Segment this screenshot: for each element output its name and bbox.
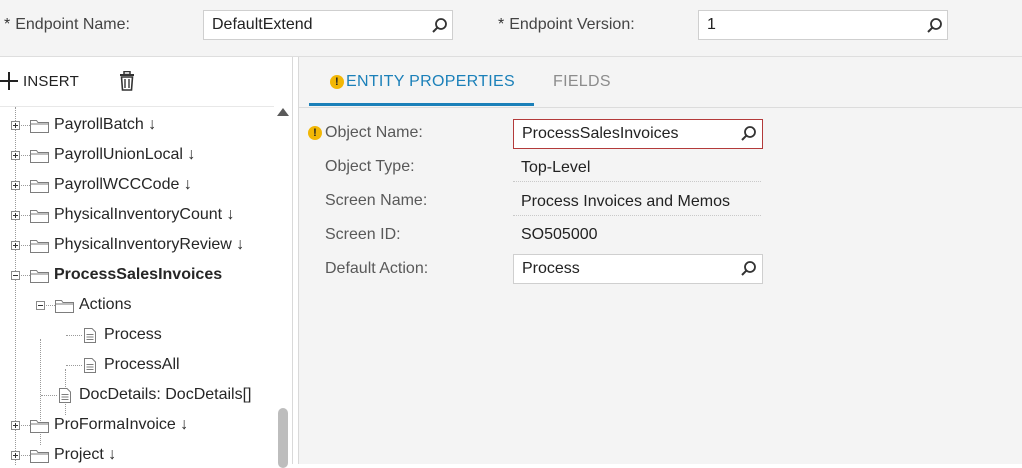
tree-item-label: PayrollWCCCode ↓ bbox=[54, 176, 192, 193]
warning-icon: ! bbox=[330, 75, 344, 89]
search-icon[interactable] bbox=[926, 17, 944, 35]
entity-tree: PayrollBatch ↓ PayrollUnionLocal ↓ Payro… bbox=[0, 106, 292, 465]
scroll-up-icon[interactable] bbox=[277, 108, 289, 116]
endpoint-version-label-text: Endpoint Version: bbox=[509, 16, 635, 33]
tree-item-proformainvoice[interactable]: ProFormaInvoice ↓ bbox=[54, 410, 188, 440]
folder-icon bbox=[30, 210, 49, 223]
tab-fields-label: FIELDS bbox=[553, 73, 611, 90]
tree-item-label: Project ↓ bbox=[54, 446, 117, 463]
warning-icon: ! bbox=[308, 126, 322, 140]
entity-tree-panel: INSERT PayrollBatch ↓ PayrollUnionLocal … bbox=[0, 57, 293, 468]
object-type-label: Object Type: bbox=[325, 158, 415, 175]
expand-toggle[interactable] bbox=[11, 241, 20, 250]
folder-icon bbox=[30, 240, 49, 253]
search-icon[interactable] bbox=[740, 125, 758, 143]
expand-toggle[interactable] bbox=[11, 421, 20, 430]
folder-icon bbox=[30, 180, 49, 193]
plus-icon bbox=[0, 71, 20, 91]
object-type-value: Top-Level bbox=[521, 159, 591, 176]
tree-item-processall[interactable]: ProcessAll bbox=[104, 350, 180, 380]
tree-scrollbar[interactable] bbox=[274, 102, 292, 468]
tree-item-physicalinventorycount[interactable]: PhysicalInventoryCount ↓ bbox=[54, 200, 235, 230]
tree-item-process[interactable]: Process bbox=[104, 320, 162, 350]
insert-label: INSERT bbox=[23, 72, 79, 90]
tree-item-payrollbatch[interactable]: PayrollBatch ↓ bbox=[54, 110, 156, 140]
tree-item-docdetails[interactable]: DocDetails: DocDetails[] bbox=[79, 380, 252, 410]
tree-item-label: PayrollUnionLocal ↓ bbox=[54, 146, 196, 163]
default-action-field[interactable]: Process bbox=[513, 254, 763, 284]
endpoint-version-label: * Endpoint Version: bbox=[498, 16, 635, 34]
tab-fields[interactable]: FIELDS bbox=[553, 73, 611, 91]
tree-item-label: Process bbox=[104, 326, 162, 343]
search-icon[interactable] bbox=[431, 17, 449, 35]
tree-item-label: PhysicalInventoryReview ↓ bbox=[54, 236, 245, 253]
endpoint-version-field[interactable]: 1 bbox=[698, 10, 948, 40]
folder-icon bbox=[30, 150, 49, 163]
required-mark: * bbox=[4, 16, 11, 33]
tree-item-label: Actions bbox=[79, 296, 132, 313]
insert-button[interactable]: INSERT bbox=[0, 70, 79, 92]
endpoint-header: * Endpoint Name: DefaultExtend * Endpoint … bbox=[0, 0, 1022, 57]
folder-icon bbox=[30, 450, 49, 463]
tree-item-payrollwcccode[interactable]: PayrollWCCCode ↓ bbox=[54, 170, 192, 200]
collapse-toggle[interactable] bbox=[36, 301, 45, 310]
tree-item-label: ProcessSalesInvoices bbox=[54, 266, 223, 283]
endpoint-name-label-text: Endpoint Name: bbox=[15, 16, 130, 33]
tab-bar: ! ENTITY PROPERTIES FIELDS bbox=[299, 57, 1022, 108]
tree-item-label: PayrollBatch ↓ bbox=[54, 116, 157, 133]
tab-entity-properties[interactable]: ! ENTITY PROPERTIES bbox=[330, 73, 515, 91]
properties-panel: ! ENTITY PROPERTIES FIELDS ! Object Name:… bbox=[298, 57, 1022, 464]
endpoint-name-value: DefaultExtend bbox=[212, 16, 313, 33]
search-icon[interactable] bbox=[740, 260, 758, 278]
folder-icon bbox=[30, 120, 49, 133]
expand-toggle[interactable] bbox=[11, 181, 20, 190]
default-action-label: Default Action: bbox=[325, 260, 429, 277]
default-action-value: Process bbox=[522, 260, 580, 277]
scroll-thumb[interactable] bbox=[278, 408, 288, 468]
endpoint-name-field[interactable]: DefaultExtend bbox=[203, 10, 453, 40]
document-icon bbox=[84, 328, 96, 343]
endpoint-version-value: 1 bbox=[707, 16, 716, 33]
screen-name-value: Process Invoices and Memos bbox=[521, 193, 730, 210]
folder-icon bbox=[55, 300, 74, 313]
endpoint-name-label: * Endpoint Name: bbox=[4, 16, 130, 34]
object-name-label: Object Name: bbox=[325, 124, 423, 141]
required-mark: * bbox=[498, 16, 505, 33]
tree-item-label: DocDetails: DocDetails[] bbox=[79, 386, 252, 403]
tab-entity-properties-label: ENTITY PROPERTIES bbox=[346, 73, 515, 90]
screen-id-label: Screen ID: bbox=[325, 226, 401, 243]
object-name-field[interactable]: ProcessSalesInvoices bbox=[513, 119, 763, 149]
active-tab-indicator bbox=[309, 103, 534, 106]
expand-toggle[interactable] bbox=[11, 121, 20, 130]
tree-item-label: ProcessAll bbox=[104, 356, 180, 373]
tree-item-physicalinventoryreview[interactable]: PhysicalInventoryReview ↓ bbox=[54, 230, 244, 260]
expand-toggle[interactable] bbox=[11, 211, 20, 220]
screen-id-value: SO505000 bbox=[521, 226, 598, 243]
folder-icon bbox=[30, 270, 49, 283]
document-icon bbox=[59, 388, 71, 403]
tree-item-label: ProFormaInvoice ↓ bbox=[54, 416, 189, 433]
screen-name-label: Screen Name: bbox=[325, 192, 428, 209]
collapse-toggle[interactable] bbox=[11, 271, 20, 280]
tree-item-actions[interactable]: Actions bbox=[79, 290, 131, 320]
trash-icon[interactable] bbox=[118, 70, 136, 91]
folder-icon bbox=[30, 420, 49, 433]
expand-toggle[interactable] bbox=[11, 151, 20, 160]
tree-item-label: PhysicalInventoryCount ↓ bbox=[54, 206, 235, 223]
tree-item-project[interactable]: Project ↓ bbox=[54, 440, 116, 465]
tree-item-processsalesinvoices[interactable]: ProcessSalesInvoices bbox=[54, 260, 222, 290]
expand-toggle[interactable] bbox=[11, 451, 20, 460]
document-icon bbox=[84, 358, 96, 373]
object-name-value: ProcessSalesInvoices bbox=[522, 125, 679, 142]
tree-item-payrollunionlocal[interactable]: PayrollUnionLocal ↓ bbox=[54, 140, 195, 170]
